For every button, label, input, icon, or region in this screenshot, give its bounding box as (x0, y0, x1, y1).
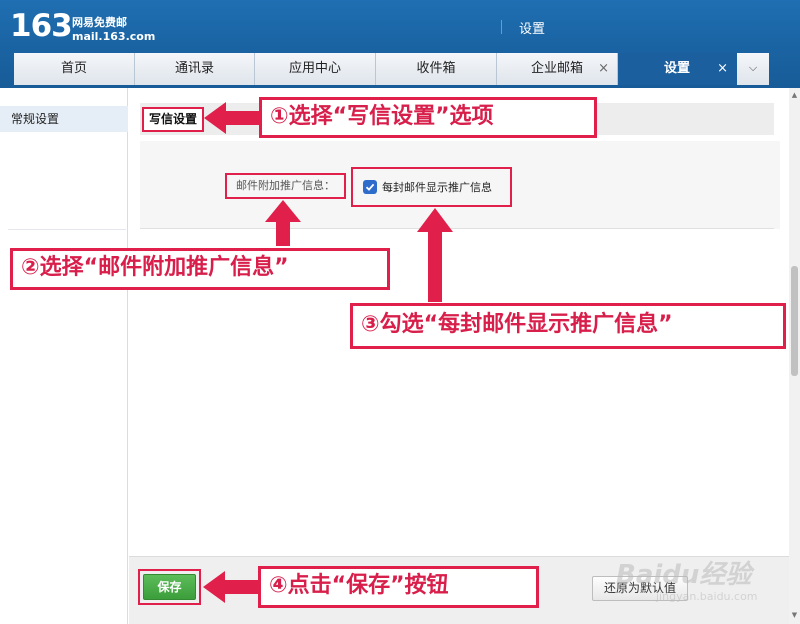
tab-label: 通讯录 (174, 61, 214, 76)
sidebar-item-general-settings[interactable]: 常规设置 (0, 106, 128, 132)
promo-info-checkbox-row[interactable]: 每封邮件显示推广信息 (351, 167, 512, 207)
tab-app-center[interactable]: 应用中心 (255, 53, 376, 85)
arrow-left-icon (204, 102, 262, 134)
callout-step-2: ②选择“邮件附加推广信息” (10, 248, 390, 290)
tab-inbox[interactable]: 收件箱 (376, 53, 497, 85)
callout-step-1: ①选择“写信设置”选项 (259, 97, 597, 138)
scrollbar-thumb[interactable] (791, 266, 798, 376)
logo[interactable]: 163 网易免费邮 mail.163.com (10, 8, 155, 48)
watermark-text: Baidu经验 (616, 560, 752, 590)
watermark: Baidu经验 jingyan.baidu.com (596, 538, 796, 612)
promo-info-field-label: 邮件附加推广信息： (225, 173, 346, 199)
tab-enterprise-mail[interactable]: 企业邮箱 × (497, 53, 618, 85)
header-divider (501, 20, 502, 34)
tab-label: 设置 (663, 61, 690, 76)
header-title: 设置 (519, 22, 546, 37)
tab-more-button[interactable]: ⌵ (737, 53, 769, 85)
arrow-left-icon (203, 571, 259, 603)
tab-label: 收件箱 (416, 61, 456, 76)
callout-step-4: ④点击“保存”按钮 (258, 566, 539, 608)
tab-label: 企业邮箱 (530, 61, 583, 76)
tab-home[interactable]: 首页 (14, 53, 135, 85)
logo-brand-text: 网易免费邮 (72, 16, 127, 29)
logo-number: 163 (10, 8, 73, 44)
sidebar-item-label: 常规设置 (11, 112, 60, 126)
scroll-up-arrow-icon[interactable]: ▲ (789, 88, 800, 102)
callout-step-3: ③勾选“每封邮件显示推广信息” (350, 303, 786, 349)
checkmark-icon (365, 183, 375, 191)
save-button[interactable]: 保存 (143, 574, 196, 600)
arrow-up-icon (265, 200, 301, 246)
panel-divider (140, 228, 774, 229)
close-icon[interactable]: × (598, 53, 609, 85)
logo-domain-text: mail.163.com (72, 30, 156, 43)
arrow-up-icon (417, 208, 453, 302)
sidebar-divider (8, 229, 126, 230)
tab-label: 应用中心 (288, 61, 341, 76)
chevron-down-icon: ⌵ (748, 61, 758, 74)
settings-sidebar: 常规设置 (0, 88, 128, 624)
tab-settings[interactable]: 设置 × (618, 53, 737, 85)
show-promo-checkbox[interactable] (363, 180, 377, 194)
watermark-subtext: jingyan.baidu.com (656, 590, 758, 603)
section-tab-compose-settings[interactable]: 写信设置 (142, 107, 204, 132)
show-promo-checkbox-label[interactable]: 每封邮件显示推广信息 (382, 179, 492, 195)
tab-contacts[interactable]: 通讯录 (135, 53, 255, 85)
close-icon[interactable]: × (717, 53, 728, 85)
tab-label: 首页 (60, 61, 87, 76)
